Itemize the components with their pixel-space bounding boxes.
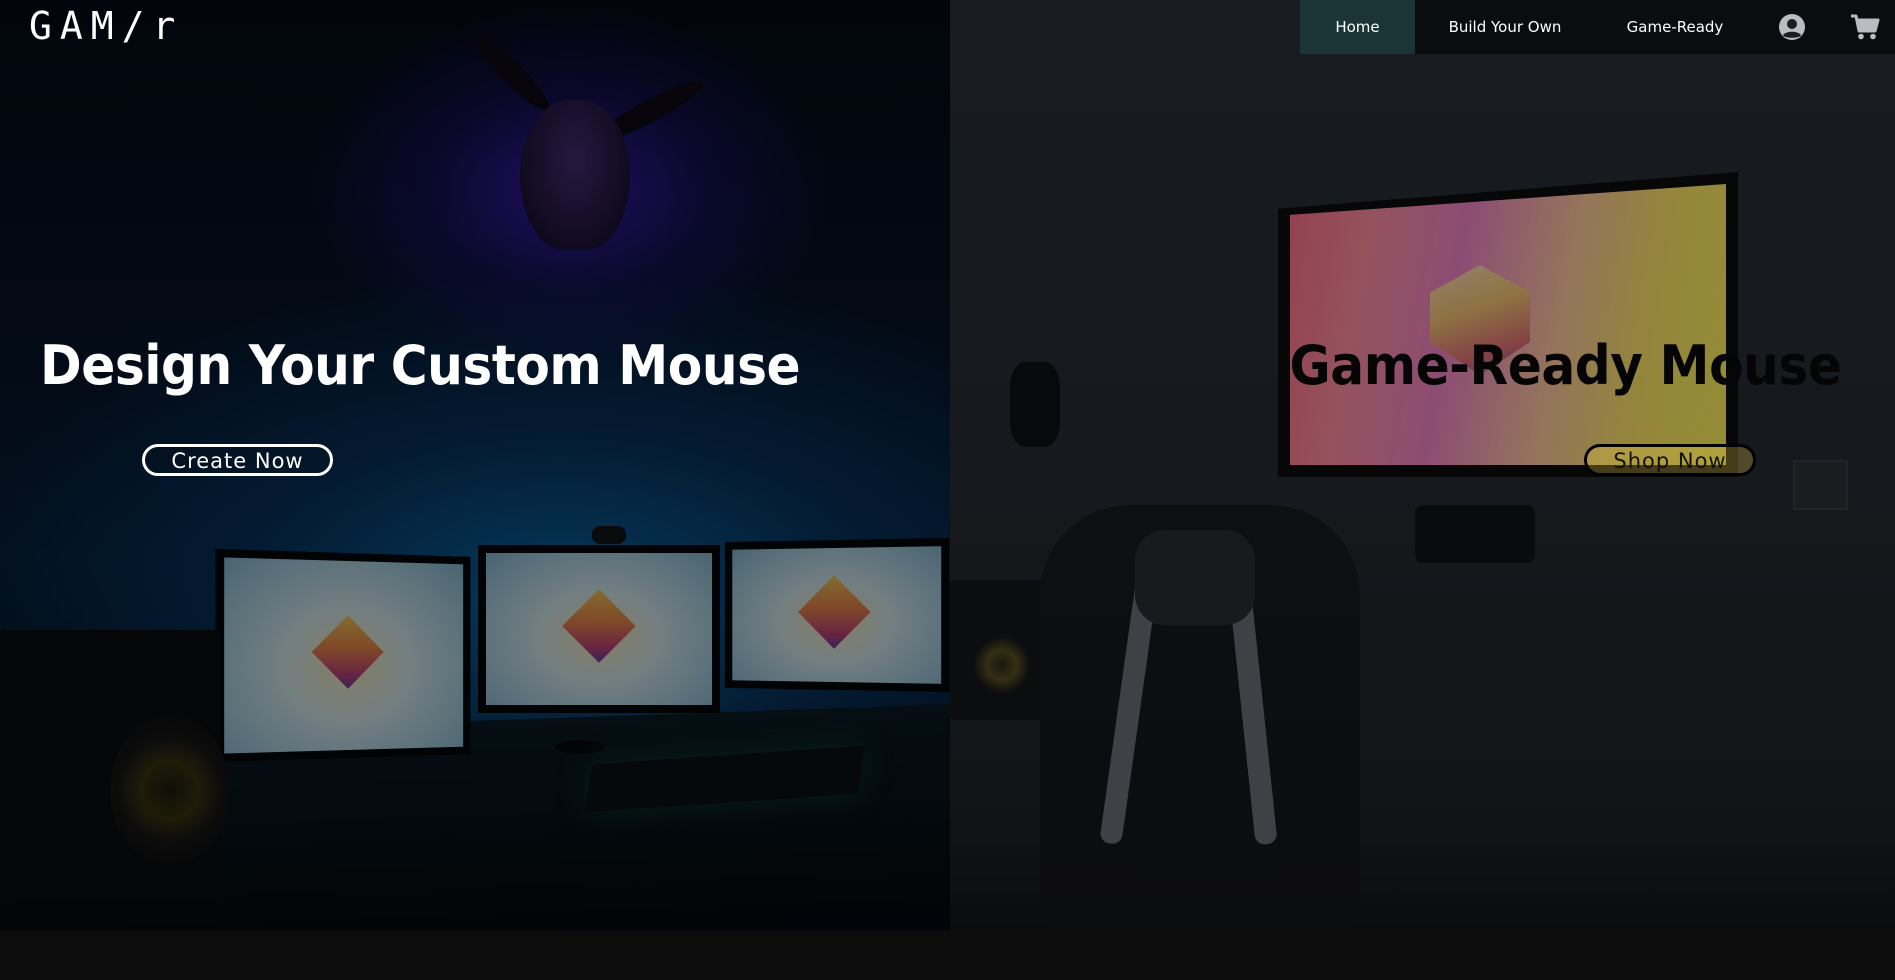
nav-item-game-ready[interactable]: Game-Ready bbox=[1595, 0, 1755, 54]
shop-now-button[interactable]: Shop Now bbox=[1584, 444, 1756, 476]
nav-item-build-your-own[interactable]: Build Your Own bbox=[1415, 0, 1595, 54]
hero-right-title: Game-Ready Mouse bbox=[1289, 334, 1841, 397]
shopping-cart-icon[interactable] bbox=[1850, 13, 1880, 41]
create-now-button[interactable]: Create Now bbox=[142, 444, 333, 476]
user-account-icon[interactable] bbox=[1778, 13, 1806, 41]
page-bottom-band bbox=[0, 930, 1895, 980]
nav-menu: Home Build Your Own Game-Ready bbox=[1300, 0, 1895, 54]
brand-logo[interactable]: GAM/r bbox=[29, 4, 183, 48]
hero-background-photo bbox=[0, 0, 1895, 980]
top-navbar: GAM/r Home Build Your Own Game-Ready bbox=[0, 0, 1895, 54]
nav-item-home[interactable]: Home bbox=[1300, 0, 1415, 54]
hero-left-title: Design Your Custom Mouse bbox=[40, 334, 801, 397]
